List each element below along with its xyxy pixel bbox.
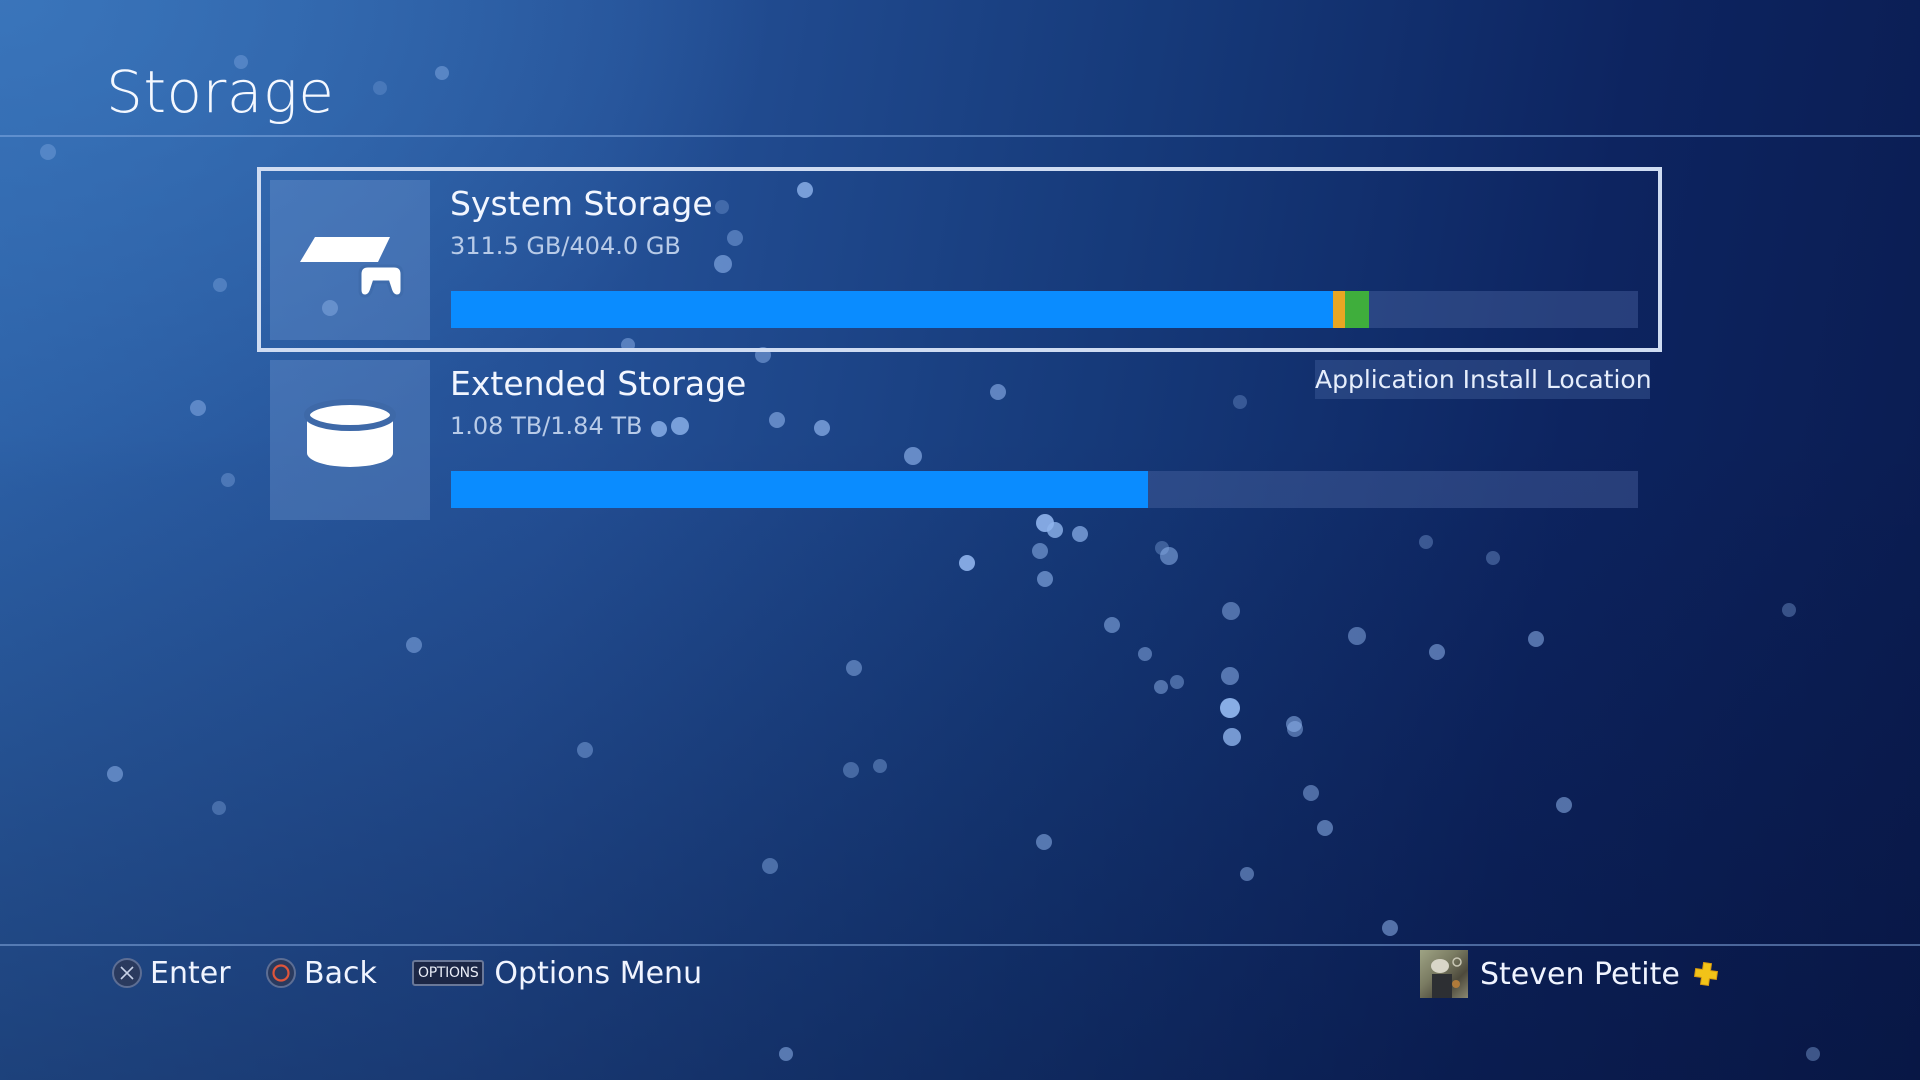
bokeh-particle [1303,785,1319,801]
usage-segment-applications [451,291,1333,328]
storage-item-extended[interactable]: Extended Storage 1.08 TB/1.84 TB [270,360,1640,520]
hint-back[interactable]: Back [266,950,377,996]
bokeh-particle [1138,647,1152,661]
bokeh-particle [1382,920,1398,936]
bokeh-particle [406,637,422,653]
bokeh-particle [1419,535,1433,549]
bokeh-particle [959,555,975,571]
usage-segment-other-1 [1332,291,1345,328]
storage-name: Extended Storage [450,364,747,403]
storage-usage-bar [451,471,1638,508]
hint-label: Back [304,955,377,991]
hint-enter[interactable]: Enter [112,950,231,996]
bokeh-particle [1220,698,1240,718]
footer-divider [0,944,1920,946]
bokeh-particle [1047,522,1063,538]
bokeh-particle [873,759,887,773]
cross-button-icon [112,958,142,988]
external-drive-icon [304,399,396,467]
page-title: Storage [106,58,335,126]
bokeh-particle [1528,631,1544,647]
bokeh-particle [1160,547,1178,565]
bokeh-particle [577,742,593,758]
storage-item-system[interactable]: System Storage 311.5 GB/404.0 GB [270,180,1640,340]
storage-name: System Storage [450,184,713,223]
storage-usage: 1.08 TB/1.84 TB [450,412,643,440]
bokeh-particle [1221,667,1239,685]
bokeh-particle [1240,867,1254,881]
user-info: Steven Petite [1420,950,1720,998]
bokeh-particle [1104,617,1120,633]
bokeh-particle [1222,602,1240,620]
bokeh-particle [1287,721,1303,737]
bokeh-particle [221,473,235,487]
storage-tile [270,360,430,520]
bokeh-particle [1556,797,1572,813]
playstation-plus-icon [1693,961,1718,987]
bokeh-particle [373,81,387,95]
bokeh-particle [190,400,206,416]
bokeh-particle [1317,820,1333,836]
circle-button-icon [266,958,296,988]
background-particles [0,0,1920,1080]
bokeh-particle [1223,728,1241,746]
bokeh-particle [1072,526,1088,542]
bokeh-particle [1032,543,1048,559]
bokeh-particle [1036,834,1052,850]
bokeh-particle [40,144,56,160]
hint-label: Enter [150,955,231,991]
bokeh-particle [1154,680,1168,694]
storage-usage-bar [451,291,1638,328]
bokeh-particle [1782,603,1796,617]
user-name: Steven Petite [1480,956,1680,992]
bokeh-particle [762,858,778,874]
bokeh-particle [1155,541,1169,555]
bokeh-particle [1170,675,1184,689]
bokeh-particle [213,278,227,292]
bokeh-particle [1486,551,1500,565]
bokeh-particle [1286,716,1302,732]
bokeh-particle [1429,644,1445,660]
bokeh-particle [1348,627,1366,645]
background-vignette [0,0,1920,1080]
console-controller-icon [300,237,404,298]
hint-options[interactable]: OPTIONS Options Menu [412,950,702,996]
hint-label: Options Menu [494,955,703,991]
bokeh-particle [1806,1047,1820,1061]
usage-segment-other-2 [1344,291,1369,328]
bokeh-particle [435,66,449,80]
bokeh-particle [846,660,862,676]
bokeh-particle [779,1047,793,1061]
bokeh-particle [107,766,123,782]
header-divider [0,135,1920,137]
options-button-icon: OPTIONS [412,960,485,986]
usage-segment-applications [451,471,1148,508]
bokeh-particle [212,801,226,815]
storage-tile [270,180,430,340]
bokeh-particle [843,762,859,778]
avatar [1420,950,1468,998]
storage-usage: 311.5 GB/404.0 GB [450,232,681,260]
bokeh-particle [1037,571,1053,587]
